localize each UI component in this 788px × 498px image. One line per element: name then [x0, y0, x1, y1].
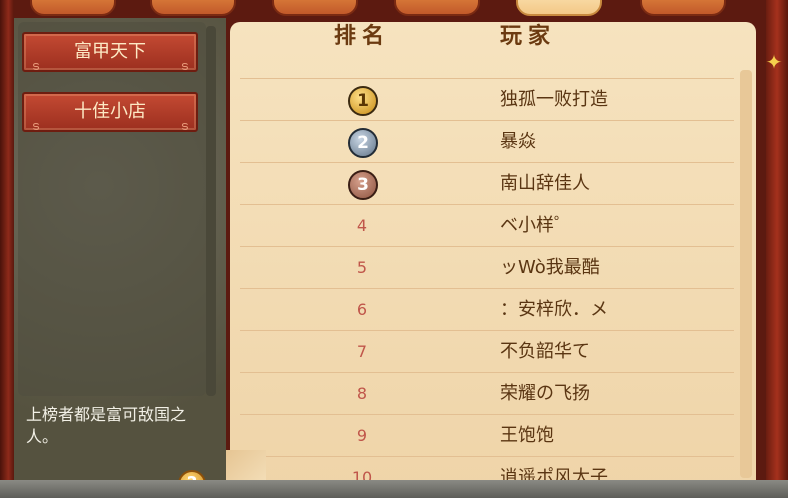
- top-tab-3[interactable]: [272, 0, 358, 16]
- menu-button-label: 十佳小店: [74, 101, 146, 122]
- menu-button-richest[interactable]: ട 富甲天下 ട: [22, 32, 198, 73]
- bronze-medal-icon: 3: [348, 170, 378, 200]
- ranking-row[interactable]: 7 不负韶华て: [240, 330, 734, 372]
- ranking-row[interactable]: 1 独孤一败打造: [240, 78, 734, 120]
- player-name: 荣耀の飞扬: [500, 383, 590, 404]
- player-name: 不负韶华て: [500, 341, 590, 362]
- player-name: 独孤一败打造: [500, 89, 608, 110]
- player-name: ：安梓欣．メ: [500, 299, 608, 320]
- left-frame: [0, 0, 14, 498]
- gold-medal-icon: 1: [348, 86, 378, 116]
- top-tab-5-active[interactable]: [516, 0, 602, 16]
- ranking-row[interactable]: 6 ：安梓欣．メ: [240, 288, 734, 330]
- rank-number: 7: [356, 342, 368, 361]
- top-tab-6[interactable]: [640, 0, 726, 16]
- tassel-icon: ✦: [765, 50, 783, 74]
- rank-number: 9: [356, 426, 368, 445]
- column-header-rank: 排名: [334, 24, 391, 49]
- ranking-row[interactable]: 8 荣耀の飞扬: [240, 372, 734, 414]
- column-header-player: 玩家: [500, 24, 557, 49]
- ranking-row[interactable]: 4 ベ小样゜: [240, 204, 734, 246]
- ranking-row[interactable]: 9 王饱饱: [240, 414, 734, 456]
- player-name: ッWò我最酷: [500, 257, 600, 278]
- player-name: ベ小样゜: [500, 215, 572, 236]
- top-tab-1[interactable]: [30, 0, 116, 16]
- menu-button-top-ten-shops[interactable]: ട 十佳小店 ട: [22, 92, 198, 133]
- rank-number: 4: [356, 216, 368, 235]
- player-name: 南山辞佳人: [500, 173, 590, 194]
- left-menu-area: [18, 22, 206, 396]
- scroll-ornament-icon: ട: [32, 59, 40, 73]
- rank-number: 6: [356, 300, 368, 319]
- scroll-ornament-icon: ട: [180, 119, 188, 133]
- left-scrollbar[interactable]: [206, 26, 216, 396]
- ranking-row[interactable]: 3 南山辞佳人: [240, 162, 734, 204]
- top-tab-4[interactable]: [394, 0, 480, 16]
- rank-number: 5: [356, 258, 368, 277]
- ranking-scrollbar[interactable]: [740, 70, 752, 478]
- left-panel: ട 富甲天下 ട ട 十佳小店 ട 上榜者都是富可敌国之人。 ?: [14, 18, 226, 498]
- ranking-hint-text: 上榜者都是富可敌国之人。: [26, 405, 187, 446]
- player-name: 暴焱: [500, 131, 536, 152]
- top-tab-2[interactable]: [150, 0, 236, 16]
- bottom-frame: [0, 480, 788, 498]
- top-tab-bar: [0, 0, 788, 20]
- scroll-ornament-icon: ട: [32, 119, 40, 133]
- rank-number: 8: [356, 384, 368, 403]
- silver-medal-icon: 2: [348, 128, 378, 158]
- ranking-row[interactable]: 2 暴焱: [240, 120, 734, 162]
- scroll-ornament-icon: ട: [180, 59, 188, 73]
- player-name: 王饱饱: [500, 425, 554, 446]
- menu-button-label: 富甲天下: [74, 41, 146, 62]
- ranking-row[interactable]: 5 ッWò我最酷: [240, 246, 734, 288]
